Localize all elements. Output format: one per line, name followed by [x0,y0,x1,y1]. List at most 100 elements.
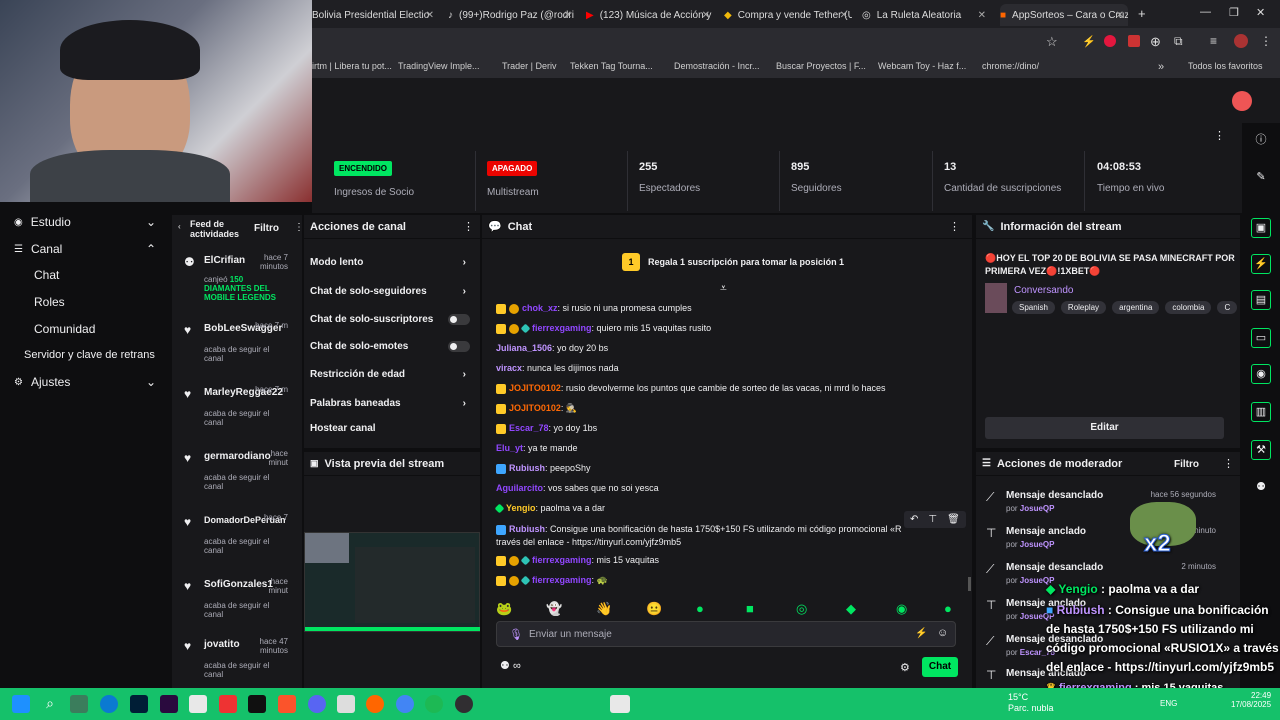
broadcast-icon[interactable]: ◉ [1251,364,1271,384]
feed-item[interactable]: ♥ SofiGonzales1 hace minut acaba de segu… [172,575,290,639]
collapse-icon[interactable]: ‹ [178,222,181,231]
nav-community[interactable]: Comunidad [0,317,170,341]
chevron-right-icon[interactable]: » [1158,61,1164,73]
browser-tab[interactable]: ◎ La Ruleta Aleatoria ✕ [862,4,990,26]
feed-item[interactable]: ♥ BobLeeSwagger hace 7 m acaba de seguir… [172,319,290,383]
emote[interactable]: ● [944,601,952,616]
bookmark[interactable]: TradingView Imple... [398,61,480,71]
feed-item[interactable]: ♥ DomadorDePeruan hace 7 acaba de seguir… [172,511,290,575]
chat-user[interactable]: fierrexgaming [532,323,592,333]
store-icon[interactable] [189,695,207,713]
close-icon[interactable]: ✕ [702,10,710,21]
nav-settings[interactable]: ⚙ Ajustes ⌄ [0,370,170,394]
undo-icon[interactable]: ↶ [910,514,918,525]
chat-message[interactable]: Juliana_1506: yo doy 20 bs [496,343,608,353]
kebab-icon[interactable]: ⋮ [294,222,302,233]
all-bookmarks[interactable]: Todos los favoritos [1188,61,1263,71]
chat-message[interactable]: viracx: nunca les dijimos nada [496,363,619,373]
bits-icon[interactable]: ⚡ [915,628,927,639]
tag[interactable]: Roleplay [1060,301,1107,314]
emote[interactable]: 👋 [596,601,612,617]
settings-icon[interactable]: ⚙ [900,661,910,674]
emote[interactable]: ◉ [896,601,907,617]
kebab-icon[interactable]: ⋮ [463,220,474,233]
add-icon[interactable]: ⚉ [1251,478,1271,498]
kebab-icon[interactable]: ⋮ [1214,129,1225,142]
tools-icon[interactable]: ⚒ [1251,440,1271,460]
chat-user[interactable]: fierrexgaming [532,575,592,585]
app-icon[interactable] [219,695,237,713]
chat-message[interactable]: Escar_78: yo doy 1bs [496,423,597,434]
clip-icon[interactable]: ▣ [1251,218,1271,238]
action-slow-mode[interactable]: Modo lento › [310,257,476,268]
tag[interactable]: colombia [1165,301,1212,314]
bookmark[interactable]: irtm | Libera tu pot... [312,61,392,71]
chat-message[interactable]: Rubiush: peepoShy [496,463,591,474]
app-icon[interactable] [337,695,355,713]
scrollbar[interactable] [968,577,971,591]
category-link[interactable]: Conversando [1014,285,1073,296]
premiere-icon[interactable] [160,695,178,713]
new-tab-button[interactable]: + [1138,6,1146,21]
chat-message[interactable]: Yengio: paolma va a dar [494,503,605,514]
info-icon[interactable]: ⓘ [1251,131,1271,151]
action-age-restriction[interactable]: Restricción de edad › [310,369,476,380]
obs-icon[interactable] [455,695,473,713]
chat-message[interactable]: Aguilarcito: vos sabes que no soi yesca [496,483,659,493]
emote[interactable]: 😐 [646,601,662,617]
close-icon[interactable]: ✕ [1116,10,1124,21]
search-icon[interactable]: ⌕ [41,695,59,713]
close-window-icon[interactable]: ✕ [1256,6,1265,19]
profile-avatar[interactable] [1232,91,1252,111]
kebab-icon[interactable]: ⋮ [1260,34,1272,48]
stream-preview-video[interactable] [304,532,480,632]
nav-chat[interactable]: Chat [0,263,170,287]
bookmark[interactable]: chrome://dino/ [982,61,1039,71]
chat-message[interactable]: JOJITO0102: 🕵 [496,403,577,414]
kebab-icon[interactable]: ⋮ [1223,457,1234,470]
action-subs-only[interactable]: Chat de solo-suscriptores [310,314,476,325]
feed-user[interactable]: jovatito [204,639,240,650]
marker-icon[interactable]: ▤ [1251,290,1271,310]
brave-icon[interactable] [278,695,296,713]
emote[interactable]: 🐸 [496,601,512,617]
delete-icon[interactable]: 🗑 [947,514,960,525]
clock[interactable]: 22:49 17/08/2025 [1231,691,1271,709]
chrome-icon[interactable] [396,695,414,713]
microphone-icon[interactable]: 🎙 [509,628,523,641]
pencil-icon[interactable]: ✎ [1251,168,1271,188]
chat-user[interactable]: JOJITO0102 [509,403,561,413]
spotify-icon[interactable] [425,695,443,713]
gift-sub-banner[interactable]: 1 Regala 1 suscripción para tomar la pos… [622,253,844,271]
menu-icon[interactable]: ≡ [1210,34,1217,48]
tag[interactable]: argentina [1112,301,1160,314]
extension-icon[interactable]: ⚡ [1082,35,1096,48]
chat-user[interactable]: fierrexgaming [532,555,592,565]
avatar[interactable] [1234,34,1248,48]
emote[interactable]: ◆ [846,601,856,617]
browser-tab-active[interactable]: ■ AppSorteos – Cara o Cruz ✕ [1000,4,1128,26]
filter-button[interactable]: Filtro [254,223,279,234]
chat-input[interactable]: 🎙 Enviar un mensaje ⚡ ☺ [496,621,956,647]
toggle-switch[interactable] [448,341,470,352]
browser-tab[interactable]: Bolivia Presidential Electio ✕ [312,4,438,26]
restore-icon[interactable]: ❐ [1229,6,1239,19]
chat-user[interactable]: Juliana_1506 [496,343,552,353]
close-icon[interactable]: ✕ [564,10,572,21]
kebab-icon[interactable]: ⋮ [949,220,960,233]
action-followers-only[interactable]: Chat de solo-seguidores › [310,286,476,297]
nav-studio[interactable]: ◉ Estudio ⌄ [0,210,170,234]
feed-item[interactable]: ⚉ ElCrifian hace 7 minutos canjeó 150 DI… [172,251,290,315]
chat-user[interactable]: Yengio [506,503,536,513]
chat-bubble-icon[interactable]: ▭ [1251,328,1271,348]
action-host-channel[interactable]: Hostear canal [310,423,476,434]
mod-user[interactable]: JosueQP [1020,540,1055,549]
bookmark[interactable]: Demostración - Incr... [674,61,760,71]
extension-icon[interactable] [1104,35,1116,47]
edit-button[interactable]: Editar [985,417,1224,439]
chat-user[interactable]: viracx [496,363,522,373]
pin-icon[interactable]: ⊤ [928,514,937,525]
extension-icon[interactable] [1128,35,1140,47]
action-banned-words[interactable]: Palabras baneadas › [310,398,476,409]
chat-user[interactable]: Rubiush [509,524,545,534]
